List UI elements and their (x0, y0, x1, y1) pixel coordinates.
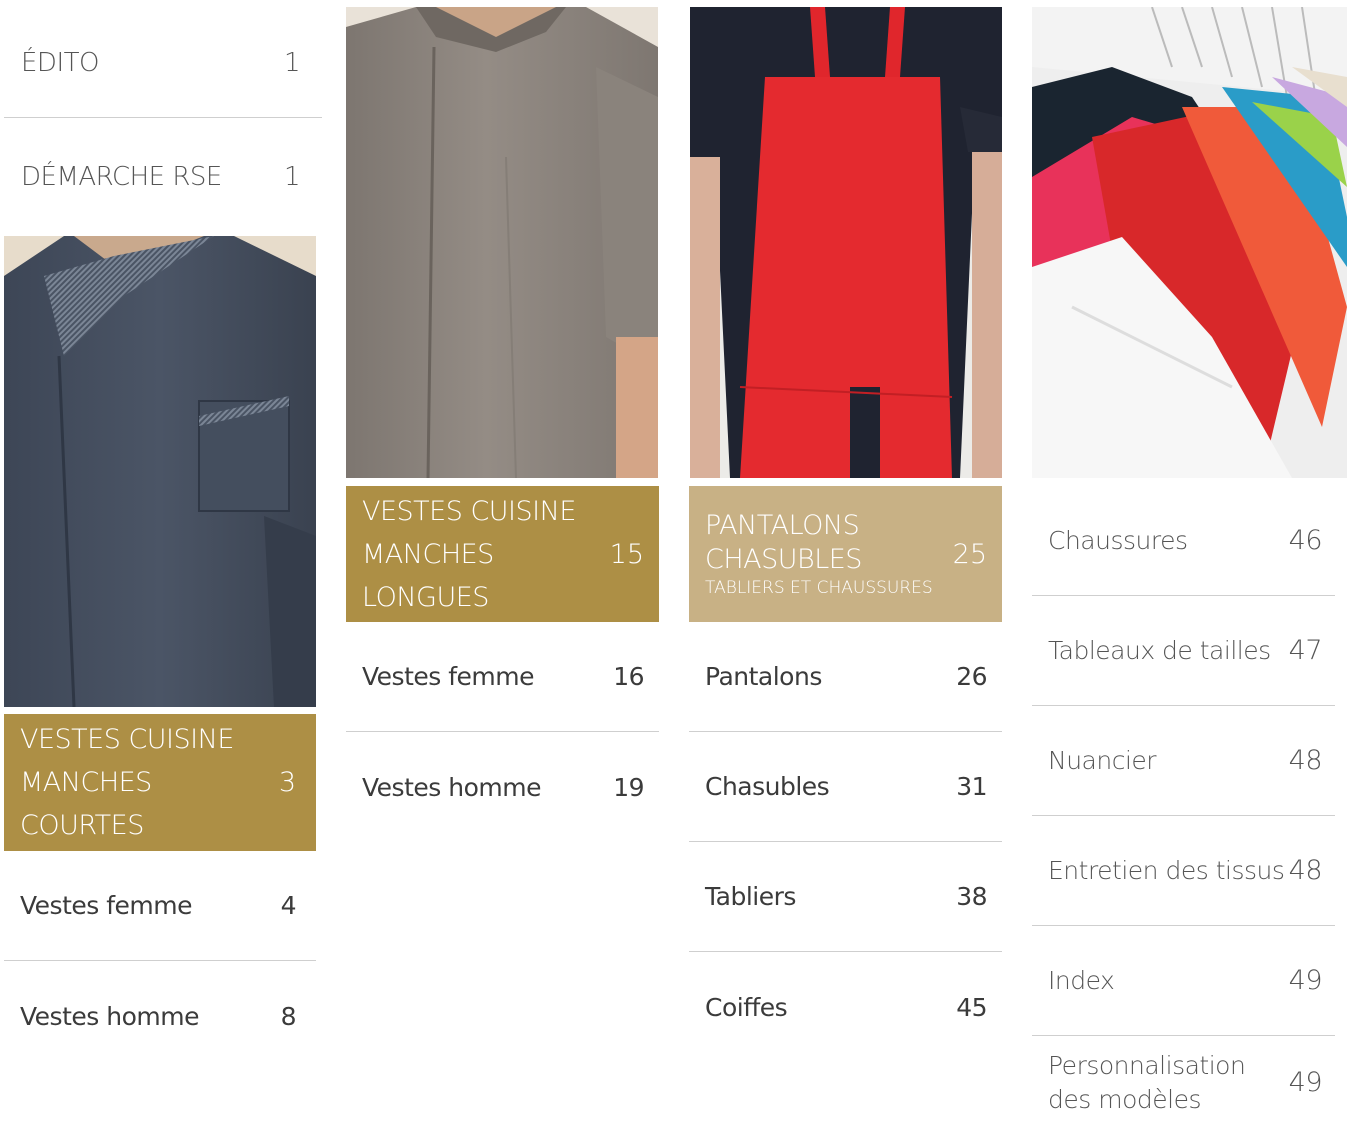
section-banner-pantalons[interactable]: PANTALONS CHASUBLES TABLIERS ET CHAUSSUR… (689, 486, 1002, 622)
toc-item-page: 48 (1288, 745, 1323, 776)
section-title: VESTES CUISINE MANCHES LONGUES (362, 490, 610, 619)
section-title-line2: CHASUBLES (705, 544, 862, 575)
toc-item-chasubles[interactable]: Chasubles 31 (689, 732, 1002, 842)
toc-column-1: ÉDITO 1 DÉMARCHE RSE 1 VESTES CUISINE MA… (4, 0, 322, 1129)
toc-item-page: 1 (283, 47, 301, 78)
toc-item-label: Vestes femme (20, 891, 193, 920)
toc-item-vestes-femme[interactable]: Vestes femme 16 (346, 622, 659, 732)
toc-item-personnalisation[interactable]: Personnalisation des modèles 49 (1032, 1036, 1335, 1129)
section-title-line1: VESTES CUISINE (20, 724, 234, 755)
toc-item-page: 46 (1288, 525, 1323, 556)
toc-item-coiffes[interactable]: Coiffes 45 (689, 952, 1002, 1062)
toc-item-pantalons[interactable]: Pantalons 26 (689, 622, 1002, 732)
toc-item-page: 4 (280, 891, 297, 920)
photo-red-apron (690, 7, 1002, 478)
toc-item-label: Tableaux de tailles (1048, 636, 1271, 665)
toc-item-label-line2: des modèles (1048, 1084, 1201, 1114)
toc-item-edito[interactable]: ÉDITO 1 (4, 8, 322, 118)
toc-item-page: 48 (1288, 855, 1323, 886)
toc-item-label: Pantalons (705, 662, 822, 691)
section-banner-long-sleeves[interactable]: VESTES CUISINE MANCHES LONGUES 15 (346, 486, 659, 622)
section-page: 25 (952, 538, 987, 570)
toc-item-label: Chasubles (705, 772, 830, 801)
toc-item-label: Index (1048, 966, 1115, 995)
toc-item-label: Tabliers (705, 882, 796, 911)
toc-column-2: VESTES CUISINE MANCHES LONGUES 15 Vestes… (346, 0, 659, 1129)
toc-item-vestes-homme[interactable]: Vestes homme 8 (4, 961, 316, 1071)
toc-item-page: 8 (280, 1001, 297, 1031)
toc-item-label: DÉMARCHE RSE (21, 162, 222, 192)
toc-item-nuancier[interactable]: Nuancier 48 (1032, 706, 1335, 816)
toc-item-label: Vestes homme (362, 772, 541, 802)
toc-item-page: 47 (1288, 635, 1323, 666)
photo-chef-jacket-short-sleeves (4, 236, 316, 707)
toc-item-label: Chaussures (1048, 526, 1188, 555)
toc-item-label: Vestes femme (362, 662, 535, 691)
toc-item-tableaux-de-tailles[interactable]: Tableaux de tailles 47 (1032, 596, 1335, 706)
toc-item-page: 1 (283, 162, 301, 192)
toc-item-label: Personnalisation des modèles (1048, 1049, 1246, 1117)
toc-column-3: PANTALONS CHASUBLES TABLIERS ET CHAUSSUR… (689, 0, 1002, 1129)
toc-item-page: 49 (1288, 965, 1323, 996)
toc-item-label: Nuancier (1048, 746, 1157, 775)
photo-jackets-on-hangers (1032, 7, 1347, 478)
toc-item-vestes-femme[interactable]: Vestes femme 4 (4, 851, 316, 961)
toc-item-page: 16 (613, 662, 644, 691)
toc-item-page: 19 (613, 772, 644, 802)
toc-item-label: Vestes homme (20, 1001, 199, 1031)
section-title: VESTES CUISINE MANCHES COURTES (20, 718, 279, 847)
section-title-line1: VESTES CUISINE (362, 495, 576, 527)
toc-item-page: 31 (956, 772, 987, 801)
section-subtitle: TABLIERS ET CHAUSSURES (705, 578, 933, 598)
toc-item-label: ÉDITO (21, 47, 99, 78)
toc-item-tabliers[interactable]: Tabliers 38 (689, 842, 1002, 952)
section-title-line1: PANTALONS (705, 510, 860, 541)
section-title: PANTALONS CHASUBLES TABLIERS ET CHAUSSUR… (705, 509, 933, 599)
section-title-line2: MANCHES COURTES (20, 767, 152, 841)
toc-item-page: 38 (956, 882, 987, 911)
toc-item-demarche-rse[interactable]: DÉMARCHE RSE 1 (4, 118, 322, 236)
toc-item-page: 26 (956, 662, 987, 691)
toc-item-label: Coiffes (705, 992, 788, 1022)
photo-chef-jacket-long-sleeves (346, 7, 658, 478)
toc-item-entretien-des-tissus[interactable]: Entretien des tissus 48 (1032, 816, 1335, 926)
section-page: 3 (278, 767, 296, 798)
toc-column-4: Chaussures 46 Tableaux de tailles 47 Nua… (1032, 0, 1347, 1129)
toc-item-label-line1: Personnalisation (1048, 1050, 1246, 1080)
section-page: 15 (609, 538, 644, 570)
toc-item-index[interactable]: Index 49 (1032, 926, 1335, 1036)
toc-item-page: 49 (1288, 1067, 1323, 1098)
toc-item-chaussures[interactable]: Chaussures 46 (1032, 486, 1335, 596)
toc-item-page: 45 (956, 992, 987, 1022)
toc-item-label: Entretien des tissus (1048, 856, 1285, 885)
section-title-line2: MANCHES LONGUES (362, 538, 494, 613)
toc-item-vestes-homme[interactable]: Vestes homme 19 (346, 732, 659, 842)
section-banner-short-sleeves[interactable]: VESTES CUISINE MANCHES COURTES 3 (4, 714, 316, 851)
